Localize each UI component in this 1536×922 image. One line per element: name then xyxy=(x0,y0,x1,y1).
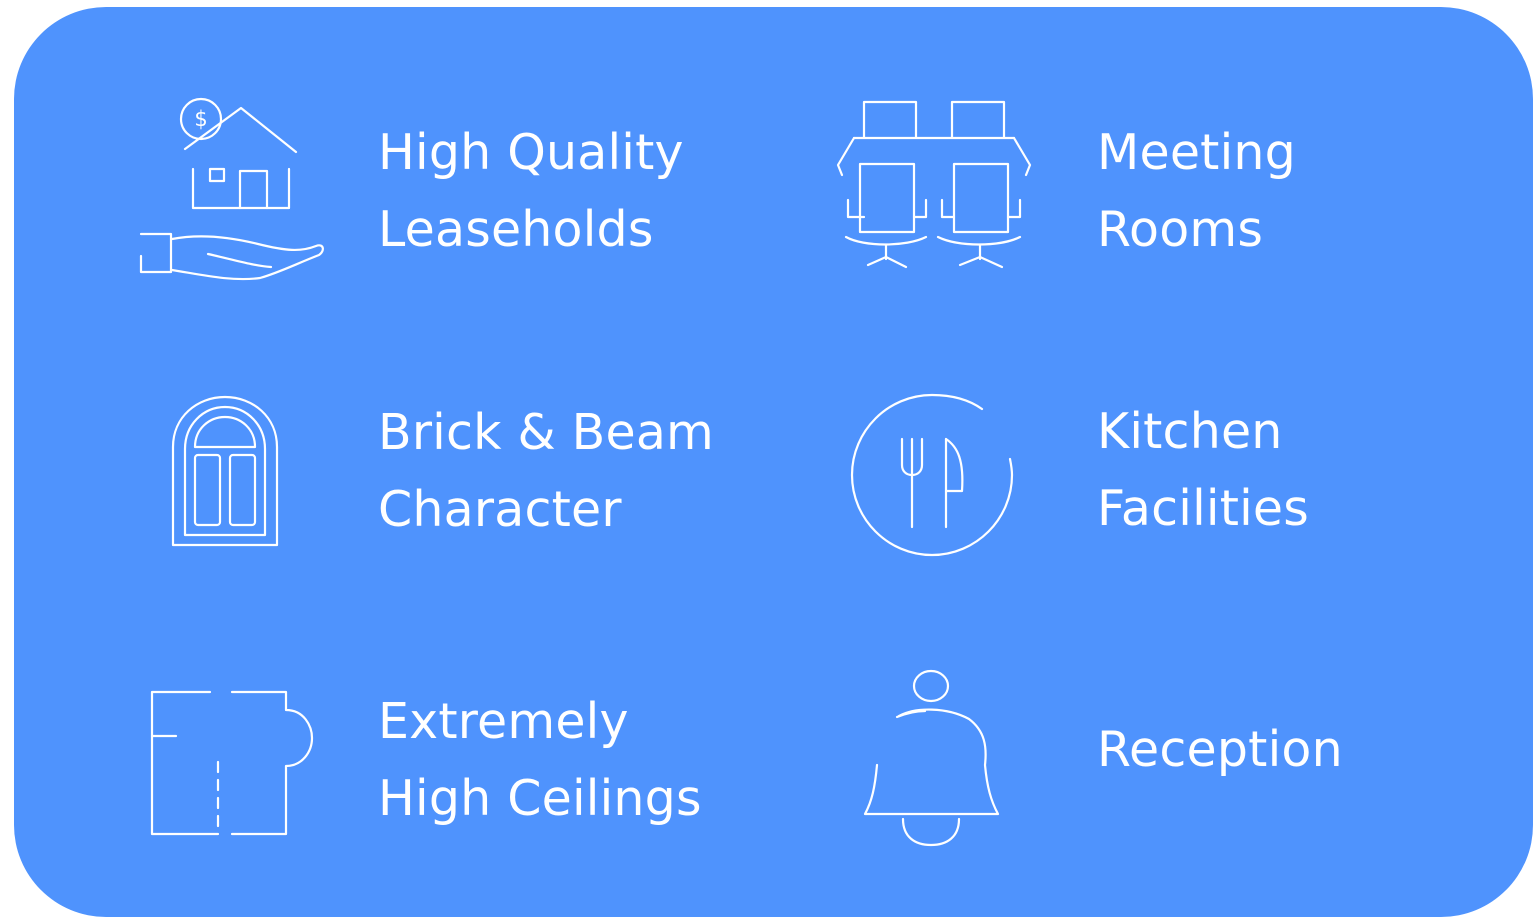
feature-label-line-1: Reception xyxy=(1097,721,1343,778)
arched-window-door-icon xyxy=(171,395,281,547)
feature-label: Brick & Beam Character xyxy=(378,394,714,548)
feature-label-line-1: High Quality xyxy=(378,124,684,181)
feature-label-line-1: Meeting xyxy=(1097,124,1296,181)
floor-plan-icon xyxy=(150,690,314,836)
feature-label: Meeting Rooms xyxy=(1097,114,1296,268)
feature-label-line-1: Kitchen xyxy=(1097,403,1283,460)
feature-label-line-1: Extremely xyxy=(378,693,629,750)
fork-knife-plate-icon xyxy=(850,393,1014,557)
meeting-table-chairs-icon xyxy=(834,97,1034,267)
features-panel: $ High Quality Leaseholds Meeting Rooms … xyxy=(14,7,1533,917)
feature-label-line-2: High Ceilings xyxy=(378,770,702,827)
reception-bell-icon xyxy=(863,669,999,851)
feature-label: Extremely High Ceilings xyxy=(378,683,702,837)
feature-label: Kitchen Facilities xyxy=(1097,393,1309,547)
feature-label: High Quality Leaseholds xyxy=(378,114,684,268)
feature-label-line-2: Character xyxy=(378,481,622,538)
feature-label-line-2: Facilities xyxy=(1097,480,1309,537)
feature-label-line-2: Rooms xyxy=(1097,201,1264,258)
feature-label-line-1: Brick & Beam xyxy=(378,404,714,461)
house-in-hand-dollar-icon: $ xyxy=(136,94,326,284)
feature-label: Reception xyxy=(1097,711,1343,788)
feature-label-line-2: Leaseholds xyxy=(378,201,654,258)
svg-text:$: $ xyxy=(194,107,207,131)
